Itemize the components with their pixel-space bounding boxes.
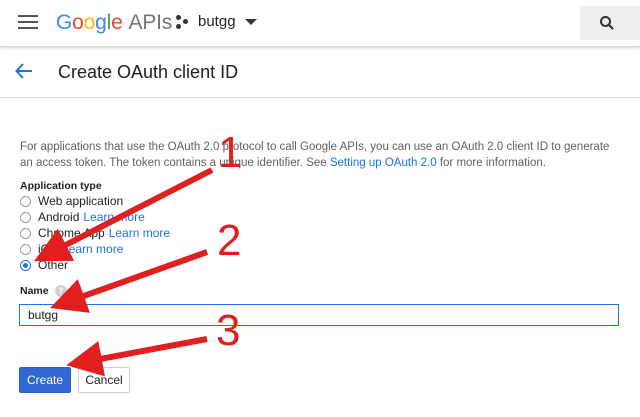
create-button[interactable]: Create	[19, 367, 71, 393]
annotation-number-2: 2	[217, 216, 242, 265]
intro-text: For applications that use the OAuth 2.0 …	[20, 139, 625, 171]
search-button[interactable]	[580, 6, 640, 40]
learn-more-link[interactable]: Learn more	[83, 210, 144, 224]
annotation-arrow-3	[66, 336, 208, 377]
name-input[interactable]	[19, 304, 619, 326]
radio-label: Chrome App	[38, 226, 105, 240]
intro-text-end: for more information.	[436, 157, 546, 169]
menu-icon[interactable]	[18, 14, 38, 30]
radio-button[interactable]	[20, 211, 31, 223]
logo-letter: o	[83, 11, 96, 34]
radio-label: Web application	[38, 194, 124, 208]
search-icon	[600, 16, 614, 30]
annotation-number-3: 3	[216, 306, 241, 355]
radio-other[interactable]: Other	[20, 257, 68, 273]
project-selector[interactable]: butgg	[176, 13, 257, 30]
page-title: Create OAuth client ID	[58, 62, 239, 82]
radio-chrome-app[interactable]: Chrome App Learn more	[20, 225, 170, 241]
project-dots-icon	[176, 14, 190, 29]
logo-letter: G	[56, 11, 73, 34]
annotation-number-1: 1	[218, 128, 243, 177]
radio-android[interactable]: Android Learn more	[20, 209, 145, 225]
learn-more-link[interactable]: Learn more	[62, 242, 123, 256]
radio-button[interactable]	[20, 227, 31, 239]
project-name: butgg	[198, 13, 236, 30]
learn-more-link[interactable]: Learn more	[109, 226, 170, 240]
page-header: Create OAuth client ID	[0, 47, 640, 98]
name-label-text: Name	[20, 285, 49, 297]
logo-letter: o	[72, 11, 84, 34]
radio-button[interactable]	[20, 243, 31, 255]
google-apis-logo[interactable]: Google APIs	[56, 11, 172, 35]
logo-letter: e	[111, 11, 123, 34]
radio-label: Other	[38, 258, 69, 272]
name-label: Name?	[20, 285, 67, 298]
radio-button-selected[interactable]	[20, 259, 31, 271]
radio-web-application[interactable]: Web application	[20, 193, 123, 209]
logo-letter: g	[95, 11, 107, 34]
application-type-label: Application type	[20, 180, 102, 192]
radio-label: iOS	[38, 242, 59, 256]
caret-down-icon	[244, 18, 257, 25]
top-bar: Google APIs butgg	[0, 0, 640, 47]
setting-up-oauth-link[interactable]: Setting up OAuth 2.0	[330, 157, 437, 169]
help-icon[interactable]: ?	[54, 285, 67, 298]
cancel-button[interactable]: Cancel	[78, 367, 130, 393]
radio-ios[interactable]: iOS Learn more	[20, 241, 123, 257]
annotation-arrow-2	[50, 249, 209, 313]
radio-button[interactable]	[20, 195, 31, 207]
arrow-back-icon[interactable]	[14, 61, 34, 81]
radio-label: Android	[38, 210, 80, 224]
logo-suffix: APIs	[128, 11, 173, 34]
